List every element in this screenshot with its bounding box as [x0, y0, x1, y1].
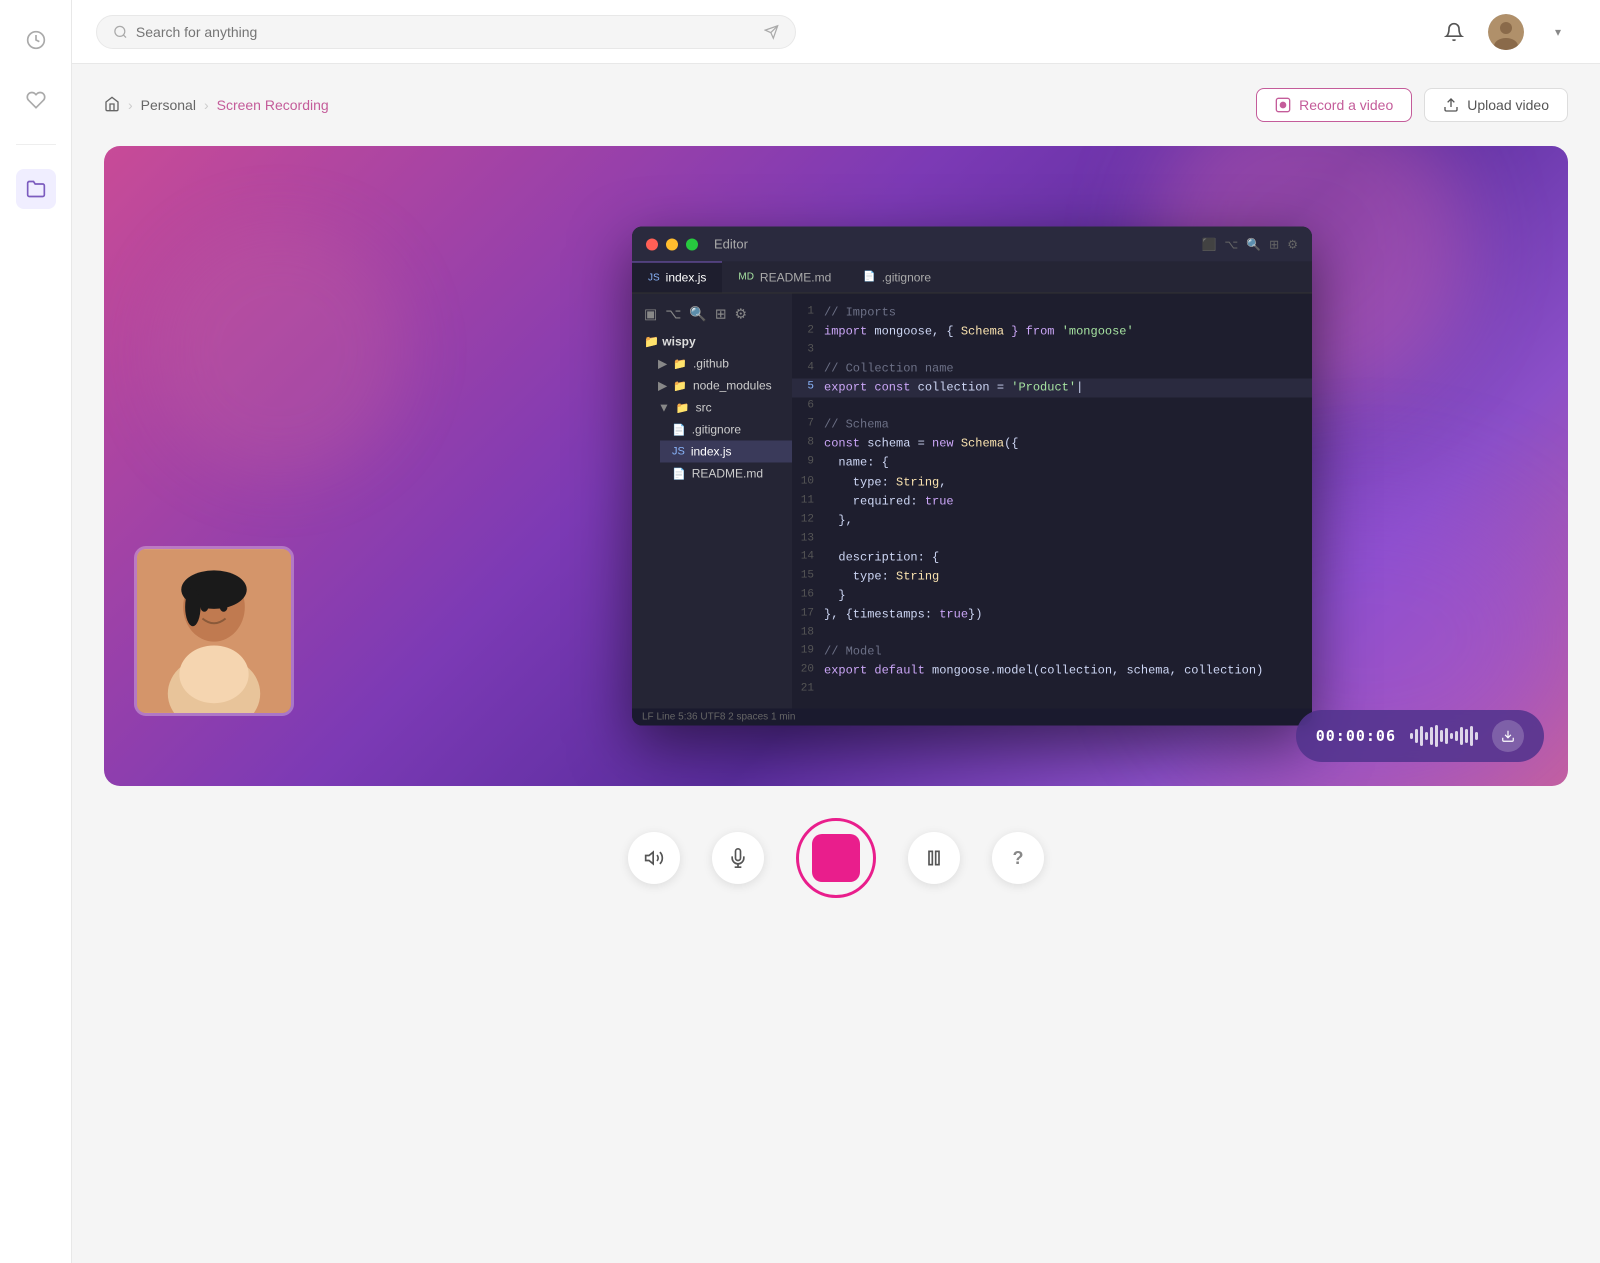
help-button[interactable]: ? [992, 832, 1044, 884]
breadcrumb-sep-2: › [204, 97, 209, 113]
search-bar[interactable] [96, 15, 796, 49]
stop-recording-button[interactable] [796, 818, 876, 898]
tree-item-src[interactable]: ▼ 📁 src [646, 396, 792, 418]
chevron-down-icon[interactable]: ▾ [1540, 14, 1576, 50]
tree-toolbar: ▣⌥🔍⊞⚙ [632, 301, 792, 330]
tab-gitignore[interactable]: 📄 .gitignore [847, 261, 947, 292]
editor-statusbar: LF Line 5:36 UTF8 2 spaces 1 min [632, 708, 1312, 725]
tree-item-node-modules[interactable]: ▶ 📁 node_modules [646, 374, 792, 396]
record-label: Record a video [1299, 97, 1393, 113]
breadcrumb-current: Screen Recording [217, 97, 329, 113]
tab-readme-label: README.md [760, 270, 831, 284]
recording-controls: ? [104, 786, 1568, 938]
topnav-right: ▾ [1436, 14, 1576, 50]
video-container: Editor ⬛ ⌥ 🔍 ⊞ ⚙ JS index.js M [104, 146, 1568, 786]
window-minimize-dot [666, 238, 678, 250]
grid-icon: ⊞ [1269, 237, 1279, 251]
user-avatar[interactable] [1488, 14, 1524, 50]
tree-item-github[interactable]: ▶ 📁 .github [646, 352, 792, 374]
bell-icon[interactable] [1436, 14, 1472, 50]
breadcrumb-bar: › Personal › Screen Recording Record a v… [104, 88, 1568, 122]
search-icon [113, 24, 128, 40]
page-content: › Personal › Screen Recording Record a v… [72, 64, 1600, 1263]
camera-overlay [134, 546, 294, 716]
tree-icon: ⬛ [1201, 237, 1216, 251]
upload-icon [1443, 97, 1459, 113]
download-icon [1501, 729, 1515, 743]
tab-index-js-label: index.js [666, 270, 707, 284]
editor-tabs: JS index.js MD README.md 📄 .gitignore [632, 261, 1312, 293]
sidebar-item-folders[interactable] [16, 169, 56, 209]
pause-icon [924, 848, 944, 868]
tab-gitignore-label: .gitignore [882, 270, 931, 284]
sidebar-item-history[interactable] [16, 20, 56, 60]
editor-window: Editor ⬛ ⌥ 🔍 ⊞ ⚙ JS index.js M [632, 226, 1312, 725]
branch-icon: ⌥ [1224, 237, 1238, 251]
tab-index-js[interactable]: JS index.js [632, 261, 722, 292]
file-tree: ▣⌥🔍⊞⚙ 📁 wispy ▶ 📁 .github ▶ 📁 node_modul… [632, 293, 792, 708]
upload-video-button[interactable]: Upload video [1424, 88, 1568, 122]
editor-title: Editor [714, 236, 748, 251]
person-image [137, 546, 291, 716]
pause-button[interactable] [908, 832, 960, 884]
editor-body: ▣⌥🔍⊞⚙ 📁 wispy ▶ 📁 .github ▶ 📁 node_modul… [632, 293, 1312, 708]
tree-item-index-js[interactable]: JS index.js [660, 440, 792, 462]
microphone-icon [728, 848, 748, 868]
search-tree-icon: 🔍 [1246, 237, 1261, 251]
tree-item-readme[interactable]: 📄 README.md [660, 462, 792, 484]
sidebar [0, 0, 72, 1263]
top-navigation: ▾ [72, 0, 1600, 64]
audio-waveform [1410, 724, 1478, 748]
breadcrumb-sep-1: › [128, 97, 133, 113]
record-icon [1275, 97, 1291, 113]
header-actions: Record a video Upload video [1256, 88, 1568, 122]
sidebar-item-favorites[interactable] [16, 80, 56, 120]
main-content: ▾ › Personal › Screen Recording Record a… [72, 0, 1600, 1263]
send-icon [764, 24, 779, 40]
window-close-dot [646, 238, 658, 250]
breadcrumb-personal[interactable]: Personal [141, 97, 196, 113]
download-button[interactable] [1492, 720, 1524, 752]
camera-feed [137, 549, 291, 713]
speaker-button[interactable] [628, 832, 680, 884]
record-video-button[interactable]: Record a video [1256, 88, 1412, 122]
window-maximize-dot [686, 238, 698, 250]
timer-display: 00:00:06 [1316, 727, 1396, 745]
breadcrumb: › Personal › Screen Recording [104, 96, 329, 115]
breadcrumb-home-icon[interactable] [104, 96, 120, 115]
statusbar-text: LF Line 5:36 UTF8 2 spaces 1 min [642, 711, 795, 722]
speaker-icon [644, 848, 664, 868]
editor-titlebar: Editor ⬛ ⌥ 🔍 ⊞ ⚙ [632, 226, 1312, 261]
code-editor-area: 1// Imports 2import mongoose, { Schema }… [792, 293, 1312, 708]
avatar-image [1488, 14, 1524, 50]
microphone-button[interactable] [712, 832, 764, 884]
settings-icon: ⚙ [1287, 237, 1298, 251]
search-input[interactable] [136, 24, 756, 40]
tab-readme[interactable]: MD README.md [722, 261, 847, 292]
timer-overlay: 00:00:06 [1296, 710, 1544, 762]
stop-recording-icon [812, 834, 860, 882]
upload-label: Upload video [1467, 97, 1549, 113]
tree-item-gitignore-file[interactable]: 📄 .gitignore [660, 418, 792, 440]
tree-root[interactable]: 📁 wispy [632, 330, 792, 352]
